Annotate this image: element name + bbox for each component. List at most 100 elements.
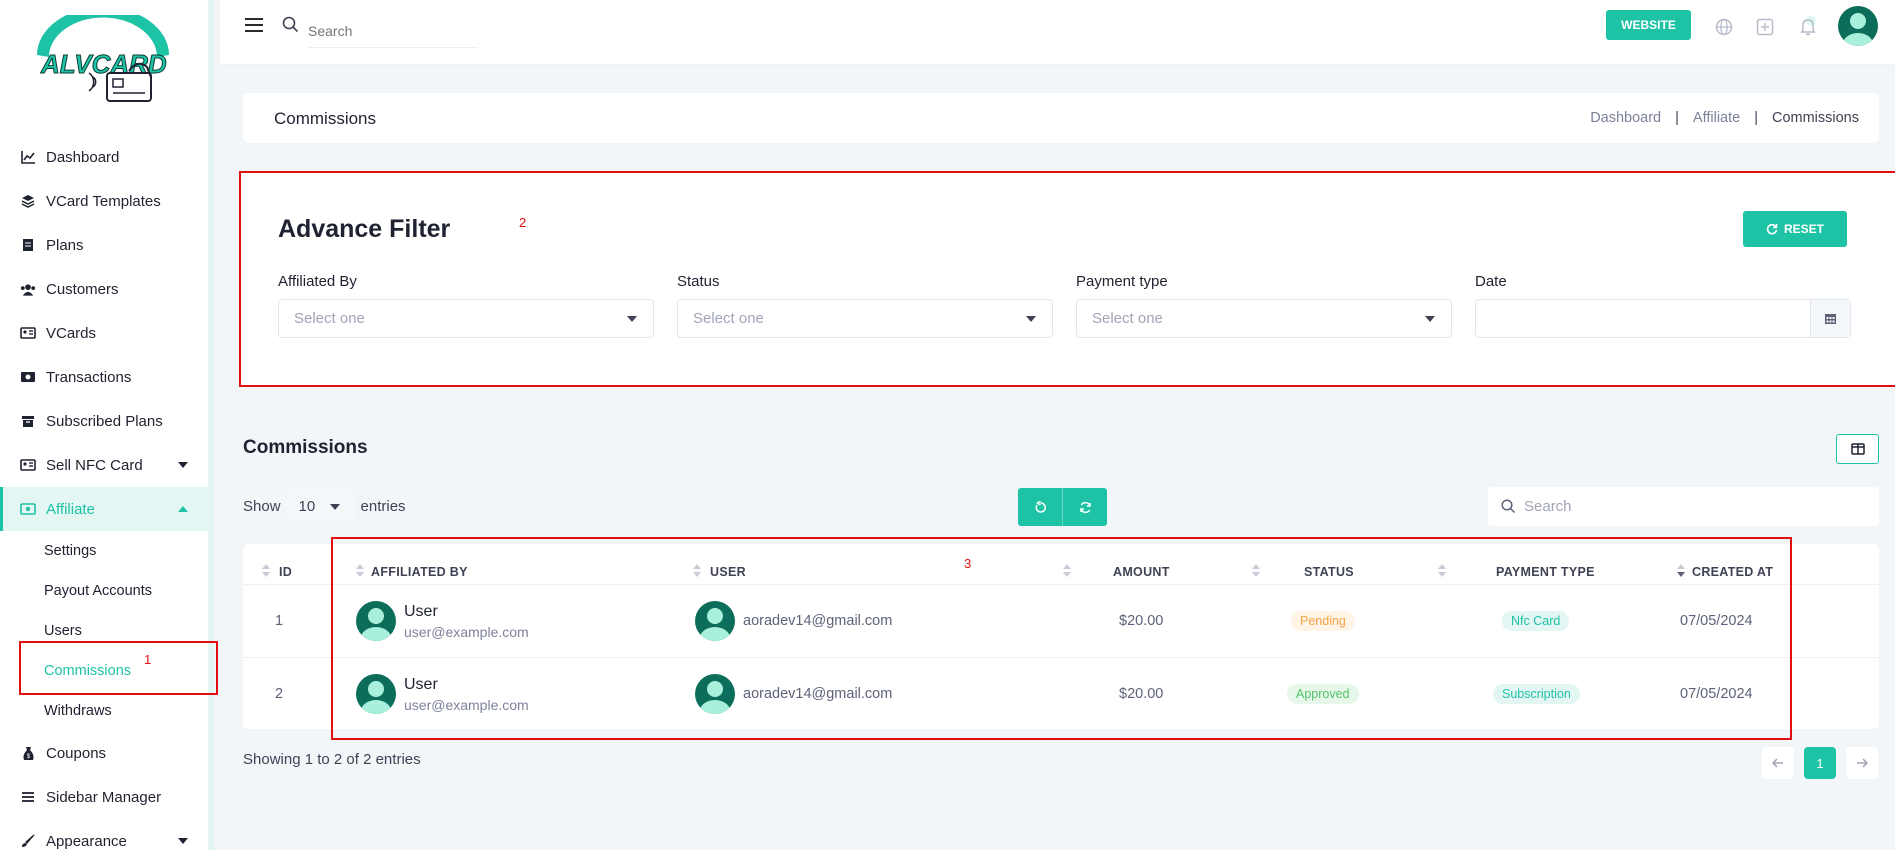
sort-icon[interactable]	[693, 564, 701, 578]
users-icon	[20, 281, 36, 297]
sort-icon[interactable]	[1438, 564, 1446, 578]
search-icon	[1501, 499, 1516, 514]
affiliate-name[interactable]: User	[404, 603, 438, 621]
affiliate-email: user@example.com	[404, 697, 529, 713]
table-row: 1 User user@example.com aoradev14@gmail.…	[243, 584, 1879, 657]
affiliate-avatar	[356, 601, 396, 641]
sidebar-item-transactions[interactable]: Transactions	[0, 355, 208, 399]
next-page-button[interactable]	[1846, 747, 1878, 779]
user-email[interactable]: aoradev14@gmail.com	[743, 686, 892, 702]
sort-icon[interactable]	[356, 564, 364, 578]
sidebar-item-vcard-templates[interactable]: VCard Templates	[0, 179, 208, 223]
breadcrumb-dashboard[interactable]: Dashboard	[1590, 110, 1661, 126]
column-visibility-button[interactable]	[1836, 434, 1879, 464]
affiliate-name[interactable]: User	[404, 676, 438, 694]
sidebar-item-coupons[interactable]: $ Coupons	[0, 731, 208, 775]
sidebar: ALVCARD Dashboard VCard Templates Plans …	[0, 0, 214, 850]
sidebar-item-affiliate[interactable]: Affiliate	[0, 487, 208, 531]
brush-icon	[20, 833, 36, 849]
cell-id: 2	[275, 686, 284, 702]
sidebar-subitem-payout-accounts[interactable]: Payout Accounts	[0, 571, 208, 611]
sidebar-item-label: VCards	[46, 324, 97, 342]
status-badge: Pending	[1291, 611, 1355, 631]
status-label: Status	[677, 273, 720, 290]
breadcrumb-affiliate[interactable]: Affiliate	[1693, 110, 1740, 126]
search-placeholder: Search	[1524, 498, 1572, 515]
calendar-icon[interactable]	[1810, 300, 1850, 337]
chevron-down-icon	[1026, 316, 1036, 322]
show-label: Show	[243, 497, 281, 515]
refresh-button[interactable]	[1062, 488, 1107, 526]
sidebar-item-label: Customers	[46, 280, 119, 298]
sidebar-item-vcards[interactable]: VCards	[0, 311, 208, 355]
payment-type-select[interactable]: Select one	[1076, 299, 1452, 338]
sidebar-item-label: Affiliate	[46, 500, 95, 518]
layers-icon	[20, 193, 36, 209]
affiliated-by-select[interactable]: Select one	[278, 299, 654, 338]
money-bag-icon: $	[20, 745, 36, 761]
affiliate-email: user@example.com	[404, 624, 529, 640]
sidebar-item-label: Appearance	[46, 832, 127, 850]
column-header-user[interactable]: USER	[710, 565, 746, 579]
column-header-id[interactable]: ID	[279, 565, 292, 579]
chevron-down-icon	[178, 838, 188, 844]
column-header-amount[interactable]: AMOUNT	[1113, 565, 1170, 579]
user-avatar	[695, 674, 735, 714]
sidebar-subitem-settings[interactable]: Settings	[0, 531, 208, 571]
archive-icon	[20, 413, 36, 429]
annotation-label: 1	[144, 652, 152, 667]
column-header-created-at[interactable]: CREATED AT	[1692, 565, 1773, 579]
chevron-down-icon	[627, 316, 637, 322]
payment-type-label: Payment type	[1076, 273, 1168, 290]
sidebar-item-plans[interactable]: Plans	[0, 223, 208, 267]
sidebar-item-sell-nfc-card[interactable]: Sell NFC Card	[0, 443, 208, 487]
sort-icon[interactable]	[262, 564, 270, 578]
brand-logo[interactable]: ALVCARD	[0, 0, 208, 120]
menu-toggle-icon[interactable]	[245, 18, 263, 32]
entries-control: Show 10 entries	[243, 490, 406, 522]
search-icon	[282, 16, 299, 38]
cell-amount: $20.00	[1119, 686, 1164, 702]
sort-icon[interactable]	[1252, 564, 1260, 578]
user-email[interactable]: aoradev14@gmail.com	[743, 613, 892, 629]
reset-sort-button[interactable]	[1018, 488, 1062, 526]
page-button-current[interactable]: 1	[1804, 747, 1836, 779]
prev-page-button[interactable]	[1762, 747, 1794, 779]
sidebar-item-sidebar-manager[interactable]: Sidebar Manager	[0, 775, 208, 819]
reset-button[interactable]: RESET	[1743, 211, 1847, 247]
filter-title: Advance Filter	[278, 215, 451, 243]
column-header-status[interactable]: STATUS	[1304, 565, 1354, 579]
header-search-input[interactable]	[308, 14, 478, 48]
chevron-down-icon	[178, 462, 188, 468]
cash-icon	[20, 501, 36, 517]
top-header: WEBSITE	[220, 0, 1895, 65]
sidebar-item-dashboard[interactable]: Dashboard	[0, 135, 208, 179]
table-action-group	[1018, 488, 1107, 526]
column-header-payment-type[interactable]: PAYMENT TYPE	[1496, 565, 1595, 579]
column-header-affiliated-by[interactable]: AFFILIATED BY	[371, 565, 468, 579]
sidebar-item-subscribed-plans[interactable]: Subscribed Plans	[0, 399, 208, 443]
entries-select[interactable]: 10	[286, 490, 355, 522]
sidebar-item-label: Transactions	[46, 368, 132, 386]
add-square-icon[interactable]	[1755, 17, 1775, 37]
chevron-down-icon	[329, 504, 340, 510]
sidebar-item-label: Subscribed Plans	[46, 412, 163, 430]
status-select[interactable]: Select one	[677, 299, 1053, 338]
bell-icon[interactable]	[1796, 14, 1820, 38]
annotation-label: 3	[964, 556, 972, 571]
user-avatar[interactable]	[1838, 6, 1878, 46]
sort-desc-icon[interactable]	[1677, 564, 1685, 578]
date-input[interactable]	[1475, 299, 1851, 338]
globe-icon[interactable]	[1714, 17, 1734, 37]
sidebar-subitem-withdraws[interactable]: Withdraws	[0, 691, 208, 731]
sidebar-item-customers[interactable]: Customers	[0, 267, 208, 311]
breadcrumb-current: Commissions	[1771, 110, 1859, 126]
sidebar-item-appearance[interactable]: Appearance	[0, 819, 208, 850]
table-search-input[interactable]: Search	[1488, 487, 1879, 526]
website-button[interactable]: WEBSITE	[1606, 10, 1691, 40]
sort-icon[interactable]	[1063, 564, 1071, 578]
money-icon	[20, 369, 36, 385]
chevron-up-icon	[178, 506, 188, 512]
cell-amount: $20.00	[1119, 613, 1164, 629]
date-label: Date	[1475, 273, 1507, 290]
